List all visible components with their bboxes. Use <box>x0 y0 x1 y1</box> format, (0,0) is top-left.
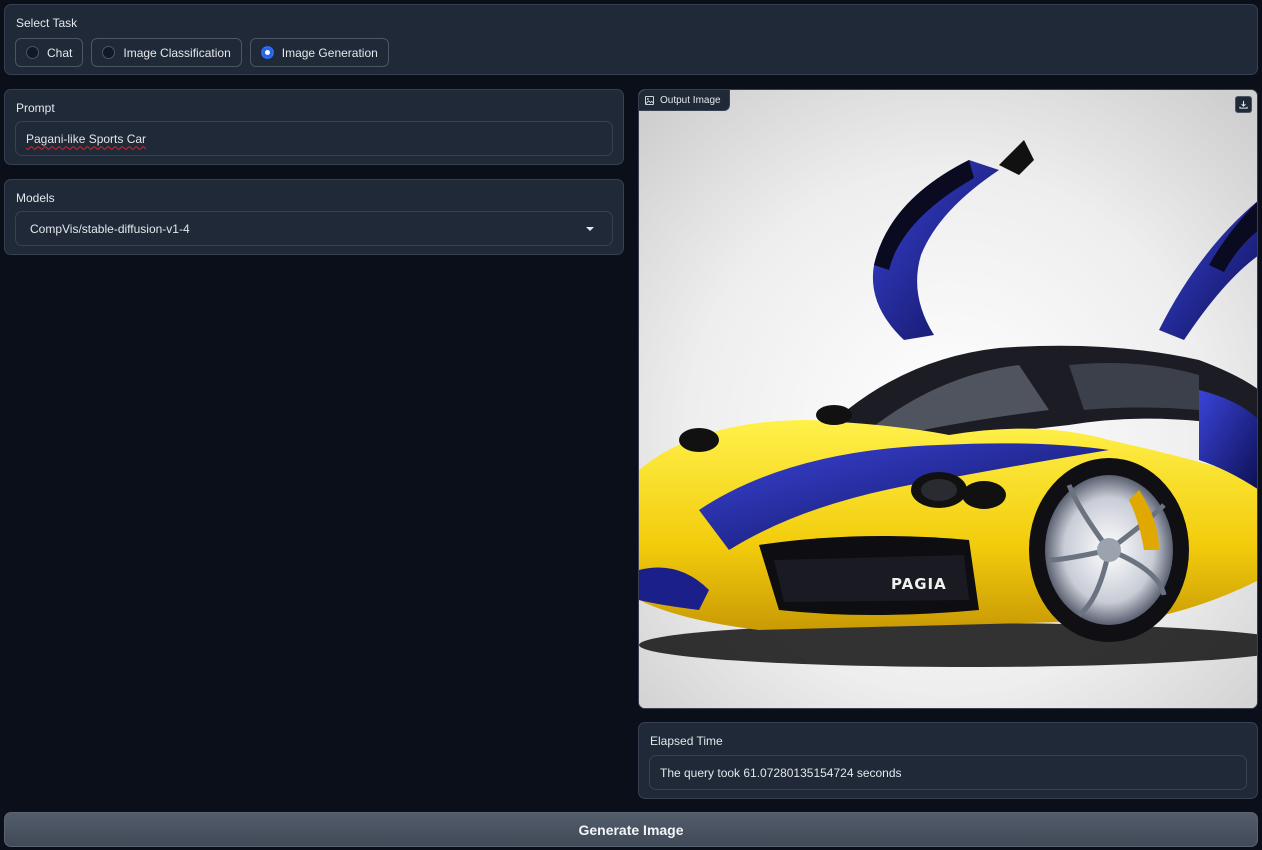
task-option-image-generation[interactable]: Image Generation <box>249 38 389 67</box>
task-option-label: Chat <box>47 45 73 60</box>
image-icon <box>645 95 654 105</box>
task-option-label: Image Classification <box>123 45 231 60</box>
elapsed-time-panel: Elapsed Time The query took 61.072801351… <box>638 722 1258 799</box>
elapsed-time-value: The query took 61.07280135154724 seconds <box>660 765 902 780</box>
task-option-image-classification[interactable]: Image Classification <box>91 38 242 67</box>
radio-circle-icon <box>102 46 116 59</box>
task-label: Select Task <box>16 16 78 30</box>
elapsed-time-output[interactable]: The query took 61.07280135154724 seconds <box>649 755 1247 790</box>
task-radio-group: Chat Image Classification Image Generati… <box>15 38 389 67</box>
model-selected-value: CompVis/stable-diffusion-v1-4 <box>30 221 190 236</box>
prompt-value: Pagani-like Sports Car <box>26 131 147 146</box>
task-option-label: Image Generation <box>281 45 378 60</box>
radio-selected-icon <box>260 46 274 59</box>
elapsed-time-label: Elapsed Time <box>650 734 723 748</box>
models-panel: Models CompVis/stable-diffusion-v1-4 <box>4 179 624 255</box>
prompt-panel: Prompt Pagani-like Sports Car <box>4 89 624 165</box>
task-selector-panel: Select Task Chat Image Classification Im… <box>4 4 1258 75</box>
generate-button-label: Generate Image <box>578 821 684 838</box>
download-button[interactable] <box>1235 96 1252 113</box>
prompt-input[interactable]: Pagani-like Sports Car <box>15 121 613 156</box>
output-image-tag: Output Image <box>639 90 730 111</box>
plate-text: PAGIA <box>891 575 947 593</box>
generated-car-image: PAGIA <box>639 90 1257 708</box>
generate-image-button[interactable]: Generate Image <box>4 812 1258 847</box>
output-image-label: Output Image <box>660 94 721 106</box>
chevron-down-icon[interactable] <box>586 226 594 231</box>
task-option-chat[interactable]: Chat <box>15 38 84 67</box>
download-icon <box>1239 100 1248 109</box>
model-dropdown[interactable]: CompVis/stable-diffusion-v1-4 <box>15 211 613 246</box>
prompt-label: Prompt <box>16 101 55 115</box>
output-image-panel: Output Image PAGIA <box>638 89 1258 709</box>
radio-circle-icon <box>26 46 39 59</box>
models-label: Models <box>16 191 55 205</box>
